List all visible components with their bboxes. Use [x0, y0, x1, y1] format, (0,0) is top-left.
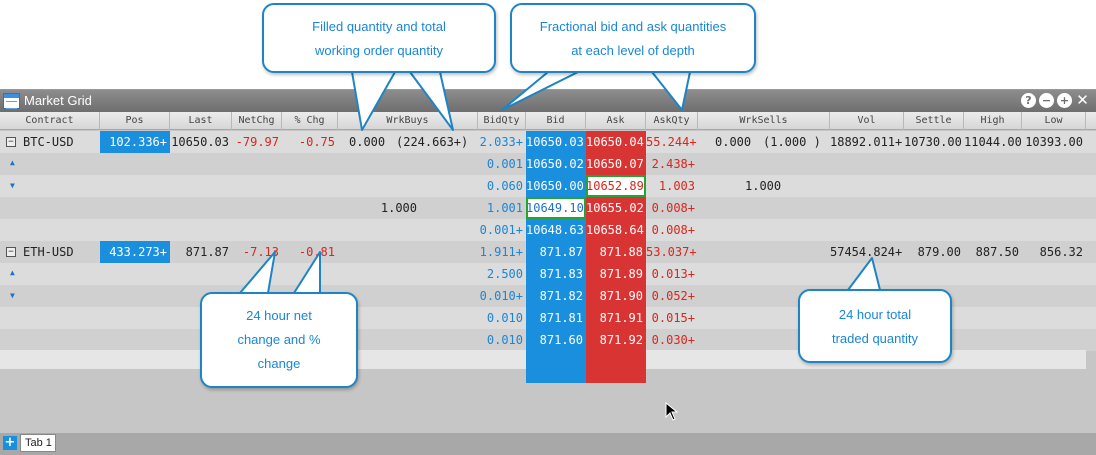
callout-fractional-quantities: Fractional bid and ask quantities at eac…	[510, 3, 756, 73]
callout-traded-quantity: 24 hour total traded quantity	[798, 289, 952, 363]
callout-net-change: 24 hour net change and % change	[200, 292, 358, 388]
callout-line: 24 hour total	[838, 307, 912, 322]
callout-line: Fractional bid and ask quantities	[539, 19, 727, 34]
callout-line: change and %	[237, 332, 321, 347]
callout-line: 24 hour net	[246, 308, 312, 323]
callout-line: traded quantity	[831, 331, 918, 346]
callout-line: at each level of depth	[571, 43, 695, 58]
callout-filled-quantity: Filled quantity and total working order …	[262, 3, 496, 73]
callout-line: working order quantity	[315, 43, 443, 58]
mouse-cursor-icon	[665, 402, 679, 421]
callout-line: change	[257, 356, 301, 371]
callout-line: Filled quantity and total	[312, 19, 446, 34]
